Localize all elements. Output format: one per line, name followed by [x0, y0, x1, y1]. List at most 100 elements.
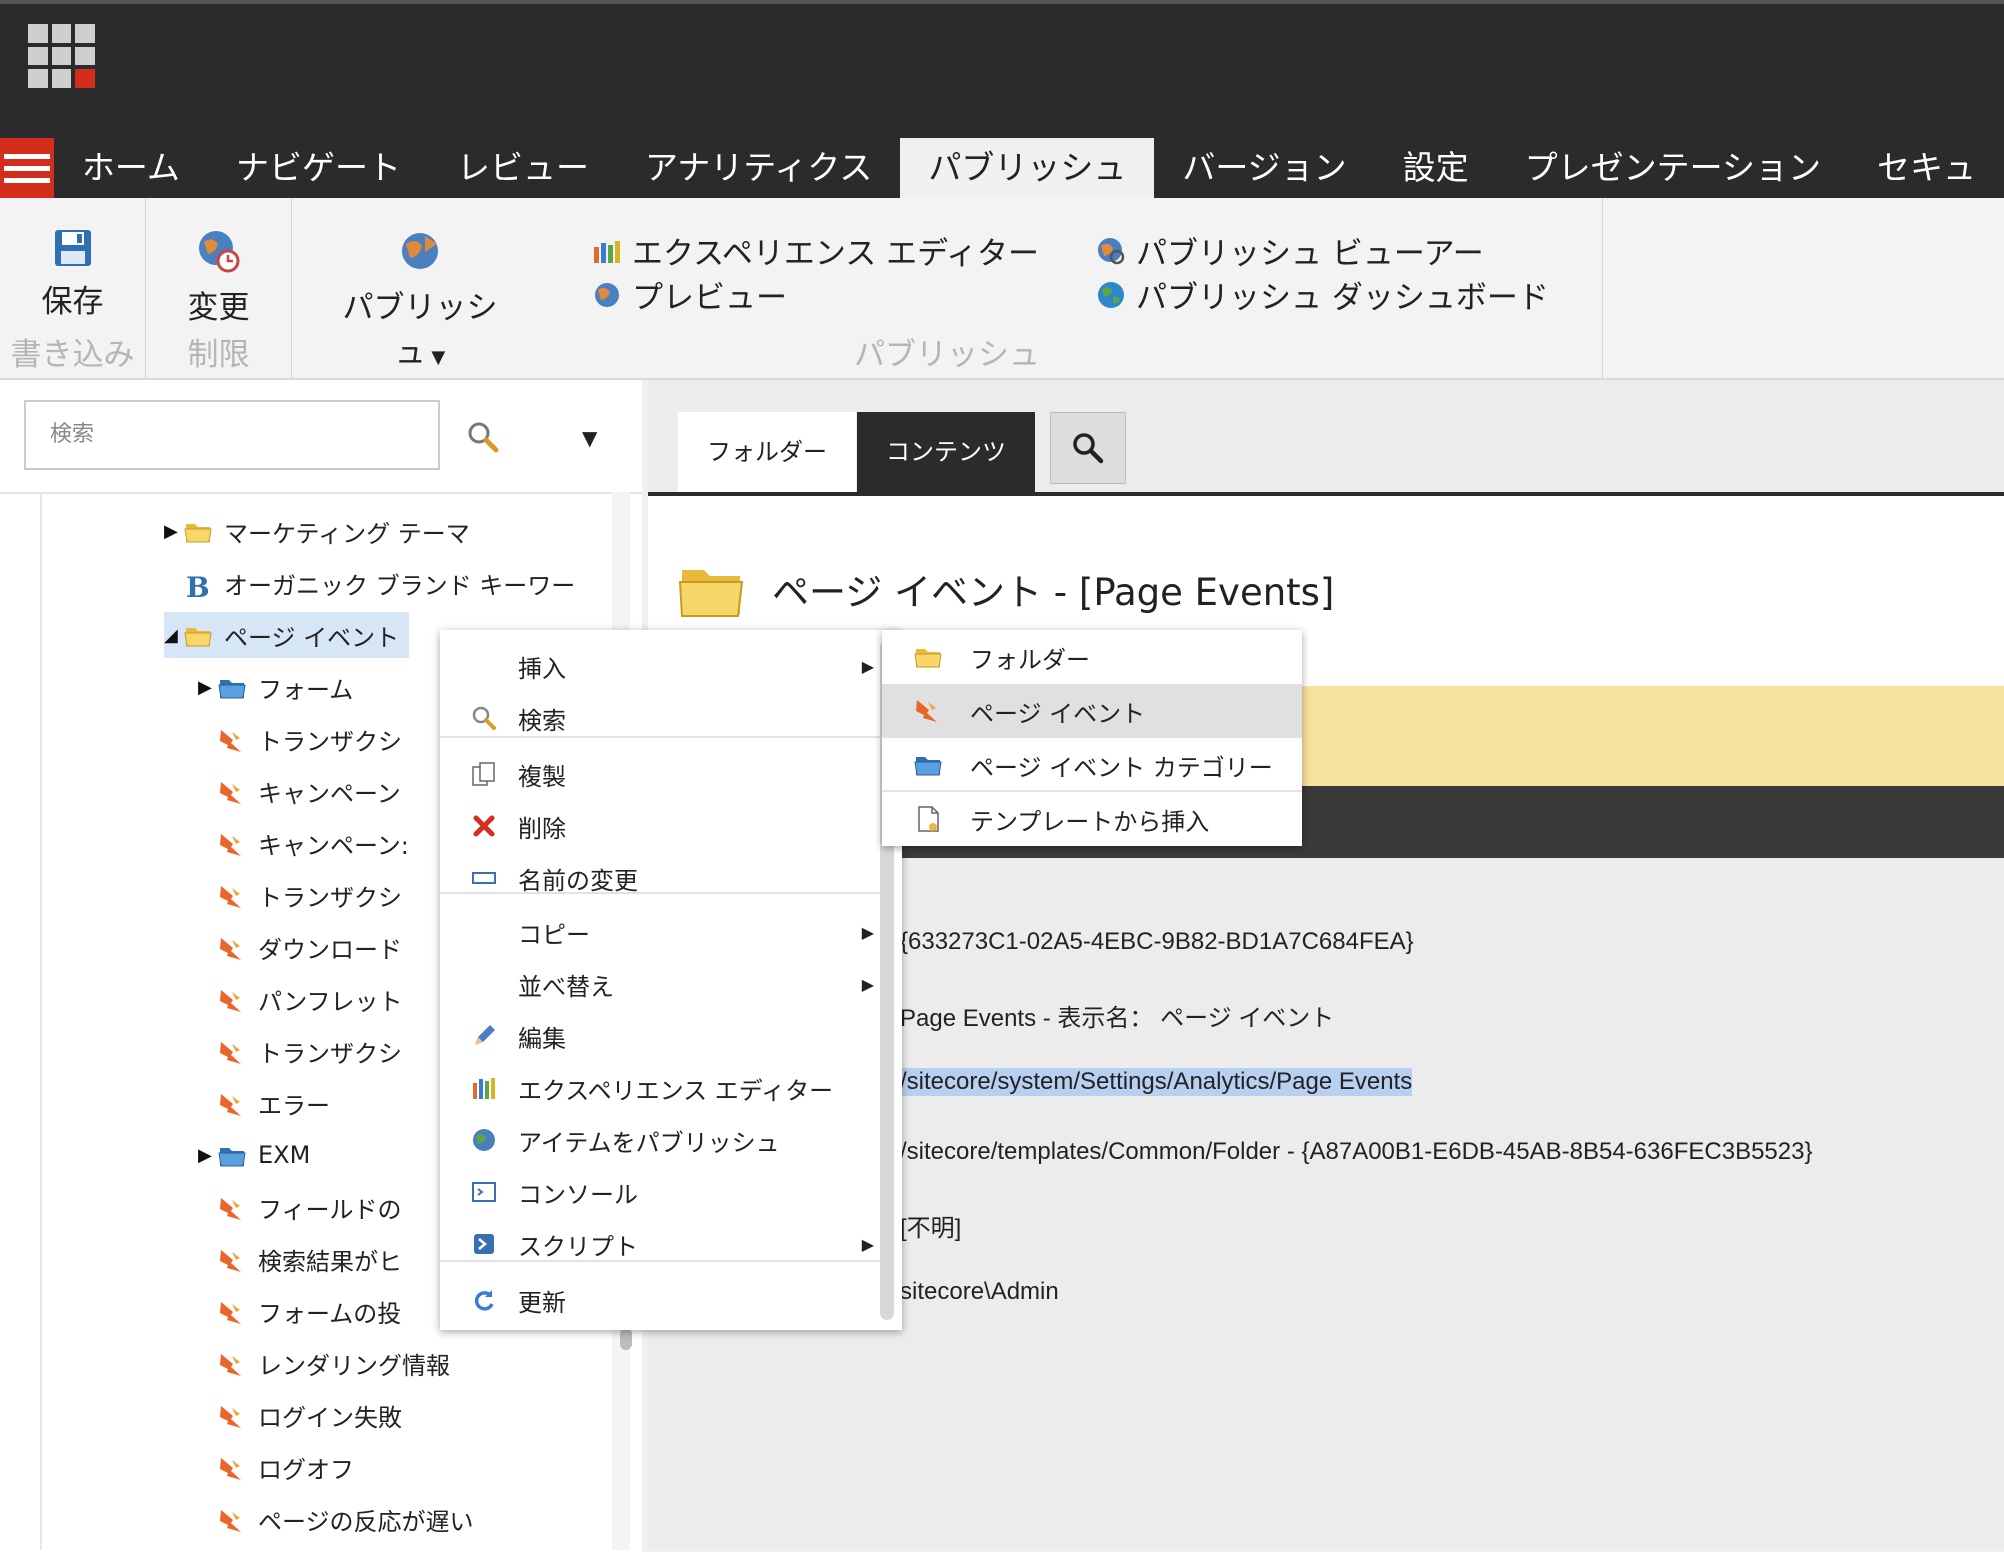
context-menu-label: 削除: [518, 814, 566, 843]
tab-folder[interactable]: フォルダー: [678, 412, 856, 492]
context-menu-item[interactable]: 名前の変更: [440, 852, 880, 904]
tree-node-label: キャンペーン: [258, 779, 401, 808]
tab-publish[interactable]: パブリッシュ: [900, 138, 1155, 198]
tree-guide-line: [40, 494, 42, 1550]
tab-review[interactable]: レビュー: [429, 138, 617, 198]
submenu-arrow-icon: ▶: [861, 656, 874, 676]
context-menu-label: コピー: [518, 920, 590, 949]
publish-viewer-button[interactable]: パブリッシュ ビューアー: [1096, 228, 1484, 273]
tree-node-organic-brand-keywords[interactable]: B オーガニック ブランド キーワー: [164, 560, 585, 606]
item-path-value[interactable]: /sitecore/system/Settings/Analytics/Page…: [900, 1068, 1413, 1096]
insert-submenu-item[interactable]: ページ イベント カテゴリー: [882, 738, 1302, 792]
tree-node-field[interactable]: フィールドの: [198, 1184, 412, 1230]
context-menu-item[interactable]: 並べ替え ▶: [440, 958, 880, 1010]
publish-dashboard-button[interactable]: パブリッシュ ダッシュボード: [1096, 272, 1549, 317]
expand-arrow-icon[interactable]: ▶: [198, 1145, 218, 1166]
context-menu-item[interactable]: アイテムをパブリッシュ: [440, 1114, 880, 1166]
experience-editor-label: エクスペリエンス エディター: [632, 236, 1039, 272]
category-folder-icon: [218, 676, 246, 699]
tree-node-label: EXM: [258, 1141, 311, 1169]
context-menu-item[interactable]: エクスペリエンス エディター: [440, 1062, 880, 1114]
tab-navigate[interactable]: ナビゲート: [208, 138, 429, 198]
insert-submenu-item[interactable]: フォルダー: [882, 630, 1302, 684]
experience-editor-button[interactable]: エクスペリエンス エディター: [592, 228, 1039, 273]
context-menu-item[interactable]: 挿入 ▶: [440, 640, 880, 692]
context-menu-item[interactable]: コピー ▶: [440, 906, 880, 958]
tree-scrollbar-thumb[interactable]: [620, 1328, 632, 1350]
context-menu-item[interactable]: 複製: [440, 748, 880, 800]
app-grid-icon[interactable]: [28, 24, 95, 88]
tree-node-search-hit[interactable]: 検索結果がヒ: [198, 1236, 412, 1282]
tree-node-brochure[interactable]: パンフレット: [198, 976, 412, 1022]
tree-node-label: ダウンロード: [258, 935, 402, 964]
pencil-icon: [468, 1020, 500, 1052]
change-button[interactable]: 変更: [146, 228, 291, 327]
search-options-chevron-down-icon[interactable]: ▼: [582, 426, 597, 450]
tree-node-label: フォームの投: [258, 1299, 402, 1328]
expand-arrow-icon[interactable]: ▶: [164, 521, 184, 542]
ribbon: 保存 書き込み 変更 制限 パブリッシュ ▼ エクスペリエンス エディター プレ…: [0, 198, 2004, 380]
context-menu-item[interactable]: スクリプト ▶: [440, 1218, 880, 1270]
preview-button[interactable]: プレビュー: [592, 272, 787, 317]
tab-version[interactable]: バージョン: [1154, 138, 1374, 198]
save-button[interactable]: 保存: [0, 228, 145, 321]
tree-node-label: 検索結果がヒ: [258, 1247, 402, 1276]
context-menu-label: スクリプト: [518, 1232, 638, 1261]
context-menu-item[interactable]: 編集: [440, 1010, 880, 1062]
tree-node-page-events[interactable]: ◢ ページ イベント: [164, 612, 410, 658]
hamburger-menu-icon[interactable]: [0, 138, 54, 198]
insert-submenu: フォルダー ページ イベント ページ イベント カテゴリー テンプレートから挿入: [882, 630, 1302, 846]
tree-node-marketing-themes[interactable]: ▶ マーケティング テーマ: [164, 508, 480, 554]
content-search-button[interactable]: [1050, 412, 1126, 484]
tab-settings[interactable]: 設定: [1375, 138, 1497, 198]
tab-content[interactable]: コンテンツ: [857, 412, 1035, 492]
page-event-icon: [218, 1040, 246, 1064]
tab-security[interactable]: セキュ: [1849, 138, 2004, 198]
context-menu-item[interactable]: 更新: [440, 1274, 880, 1326]
context-menu-item[interactable]: 削除: [440, 800, 880, 852]
tab-home[interactable]: ホーム: [54, 138, 208, 198]
tree-node-form-submit[interactable]: フォームの投: [198, 1288, 411, 1334]
search-input[interactable]: 検索: [24, 400, 440, 470]
insert-submenu-item[interactable]: テンプレートから挿入: [882, 792, 1302, 846]
page-event-icon: [218, 1404, 246, 1428]
tree-node-login-failed[interactable]: ログイン失敗: [198, 1392, 412, 1438]
expand-arrow-icon[interactable]: ▶: [198, 677, 218, 698]
collapse-arrow-icon[interactable]: ◢: [164, 625, 184, 646]
context-menu-label: エクスペリエンス エディター: [518, 1076, 834, 1105]
tree-node-error[interactable]: エラー: [198, 1080, 340, 1126]
context-menu-label: コンソール: [518, 1180, 638, 1209]
menu-separator: [440, 1260, 880, 1262]
tree-node-slow-page[interactable]: ページの反応が遅い: [198, 1496, 484, 1542]
tree-node-forms[interactable]: ▶ フォーム: [198, 664, 363, 710]
write-group: 保存 書き込み: [0, 198, 146, 378]
tab-analytics[interactable]: アナリティクス: [617, 138, 900, 198]
tree-node-download[interactable]: ダウンロード: [198, 924, 412, 970]
tree-node-exm[interactable]: ▶ EXM: [198, 1132, 320, 1178]
tree-node-logoff[interactable]: ログオフ: [198, 1444, 364, 1490]
duplicate-icon: [468, 758, 500, 790]
write-group-label: 書き込み: [10, 337, 135, 373]
tree-node-rendering-info[interactable]: レンダリング情報: [198, 1340, 460, 1386]
tree-node-transaction-1[interactable]: トランザクシ: [198, 716, 412, 762]
tree-node-transaction-3[interactable]: トランザクシ: [198, 1028, 412, 1074]
tab-presentation[interactable]: プレゼンテーション: [1497, 138, 1849, 198]
tree-node-campaign-2[interactable]: キャンペーン:: [198, 820, 419, 866]
context-menu-item[interactable]: コンソール: [440, 1166, 880, 1218]
tree-node-label: フィールドの: [258, 1195, 402, 1224]
delete-icon: [468, 810, 500, 842]
insert-submenu-item[interactable]: ページ イベント: [882, 684, 1302, 738]
restrict-group-label: 制限: [187, 337, 250, 373]
template-value[interactable]: /sitecore/templates/Common/Folder - {A87…: [900, 1138, 1812, 1166]
page-event-icon: [218, 936, 246, 960]
page-event-icon: [218, 988, 246, 1012]
tree-node-campaign-1[interactable]: キャンペーン: [198, 768, 411, 814]
page-event-icon: [218, 1196, 246, 1220]
globe-icon: [1098, 281, 1124, 308]
search-icon[interactable]: [466, 420, 500, 458]
context-menu-label: 検索: [518, 706, 566, 735]
tree-node-transaction-2[interactable]: トランザクシ: [198, 872, 412, 918]
context-menu-label: 複製: [518, 762, 566, 791]
submenu-arrow-icon: ▶: [861, 974, 874, 994]
context-menu-label: 編集: [518, 1024, 566, 1053]
